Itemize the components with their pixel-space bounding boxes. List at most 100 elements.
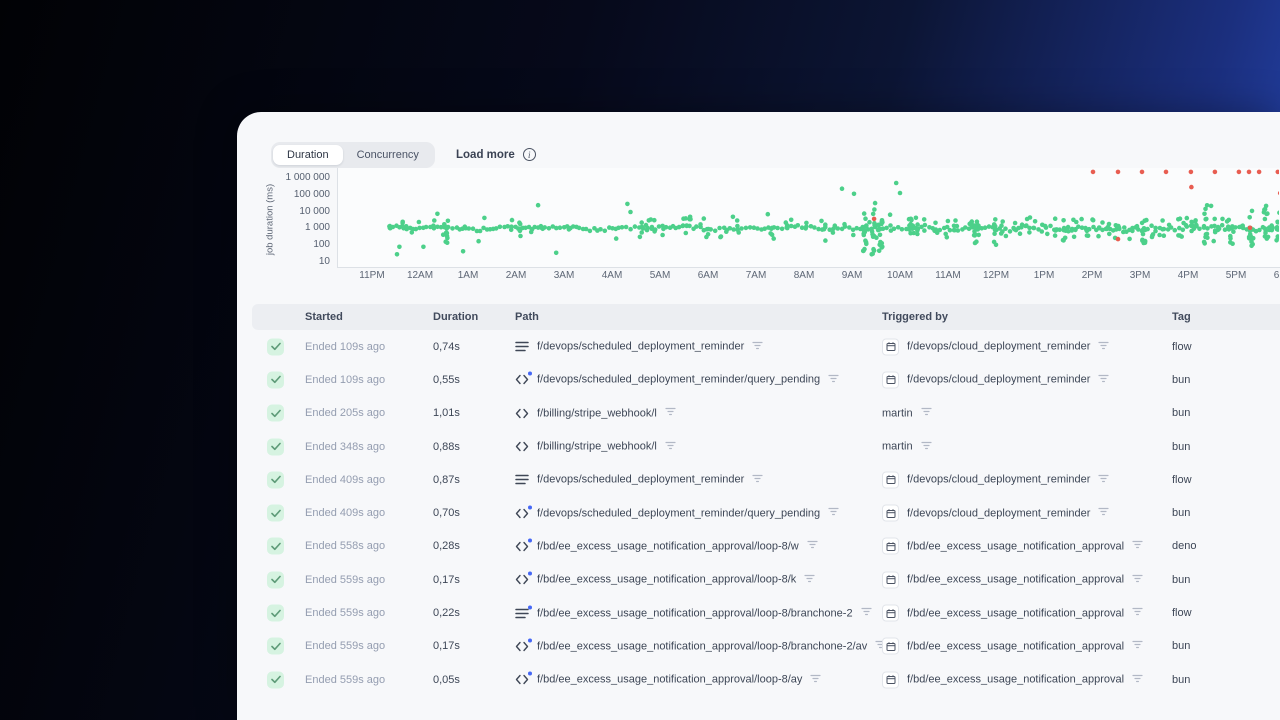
- info-icon[interactable]: i: [522, 148, 536, 161]
- triggered-by-text[interactable]: f/devops/cloud_deployment_reminder: [907, 474, 1090, 486]
- filter-icon[interactable]: [752, 473, 763, 486]
- filter-icon[interactable]: [810, 673, 822, 686]
- duration-cell: 0,87s: [433, 473, 460, 486]
- filter-icon[interactable]: [1098, 340, 1110, 353]
- x-tick-label: 6AM: [697, 270, 719, 281]
- filter-icon[interactable]: [1132, 540, 1143, 553]
- flow-icon: [515, 605, 532, 619]
- status-cell: [267, 471, 284, 489]
- path-text[interactable]: f/billing/stripe_webhook/l: [537, 407, 657, 419]
- table-row[interactable]: Ended 109s ago 0,74s f/devops/scheduled_…: [252, 330, 1280, 363]
- duration-cell: 0,55s: [433, 373, 460, 386]
- filter-icon[interactable]: [665, 407, 676, 420]
- status-cell: [267, 537, 284, 555]
- filter-icon[interactable]: [752, 340, 763, 353]
- path-text[interactable]: f/devops/scheduled_deployment_reminder: [537, 474, 744, 486]
- triggered-by-cell: f/devops/cloud_deployment_reminder: [882, 371, 1110, 389]
- column-header-started: Started: [305, 311, 343, 323]
- triggered-by-cell: martin: [882, 440, 932, 453]
- path-cell: f/bd/ee_excess_usage_notification_approv…: [515, 571, 815, 586]
- x-tick-label: 1PM: [1033, 270, 1055, 281]
- filter-icon[interactable]: [665, 440, 676, 453]
- triggered-by-text[interactable]: f/bd/ee_excess_usage_notification_approv…: [907, 540, 1124, 552]
- filter-icon[interactable]: [1132, 573, 1143, 586]
- triggered-by-text[interactable]: f/devops/cloud_deployment_reminder: [907, 507, 1090, 519]
- schedule-calendar-icon: [882, 637, 899, 655]
- y-tick-label: 100 000: [293, 188, 330, 200]
- y-tick-label: 1 000: [304, 222, 330, 234]
- filter-icon[interactable]: [1132, 607, 1143, 620]
- status-cell: [267, 371, 284, 389]
- success-check-icon: [267, 637, 284, 655]
- path-text[interactable]: f/bd/ee_excess_usage_notification_approv…: [537, 574, 796, 586]
- path-text[interactable]: f/bd/ee_excess_usage_notification_approv…: [537, 540, 799, 552]
- path-text[interactable]: f/bd/ee_excess_usage_notification_approv…: [537, 640, 867, 652]
- load-more-button[interactable]: Load more i: [456, 148, 536, 161]
- tab-concurrency[interactable]: Concurrency: [343, 145, 433, 165]
- table-row[interactable]: Ended 558s ago 0,28s f/bd/ee_excess_usag…: [252, 530, 1280, 563]
- filter-icon[interactable]: [828, 373, 839, 386]
- duration-cell: 0,70s: [433, 507, 460, 520]
- y-tick-label: 100: [313, 239, 330, 251]
- triggered-by-text[interactable]: f/bd/ee_excess_usage_notification_approv…: [907, 640, 1124, 652]
- filter-icon[interactable]: [1098, 507, 1110, 520]
- table-header: Started Duration Path Triggered by Tag: [252, 304, 1280, 330]
- code-icon: [515, 407, 529, 419]
- path-text[interactable]: f/bd/ee_excess_usage_notification_approv…: [537, 674, 802, 686]
- tab-duration[interactable]: Duration: [273, 145, 343, 165]
- success-check-icon: [267, 504, 284, 522]
- y-tick-label: 10: [318, 256, 330, 267]
- table-row[interactable]: Ended 559s ago 0,05s f/bd/ee_excess_usag…: [252, 663, 1280, 696]
- filter-icon[interactable]: [1098, 473, 1110, 486]
- triggered-by-text[interactable]: f/devops/cloud_deployment_reminder: [907, 374, 1090, 386]
- flow-icon: [515, 341, 529, 353]
- runs-table: Started Duration Path Triggered by Tag Ended…: [252, 304, 1280, 696]
- column-header-path: Path: [515, 311, 539, 323]
- filter-icon[interactable]: [920, 407, 932, 420]
- triggered-by-cell: f/bd/ee_excess_usage_notification_approv…: [882, 637, 1143, 655]
- table-row[interactable]: Ended 409s ago 0,87s f/devops/scheduled_…: [252, 463, 1280, 496]
- status-cell: [267, 504, 284, 522]
- schedule-calendar-icon: [882, 504, 899, 522]
- table-row[interactable]: Ended 409s ago 0,70s f/devops/scheduled_…: [252, 496, 1280, 529]
- status-cell: [267, 338, 284, 356]
- schedule-calendar-icon: [882, 571, 899, 589]
- tag-cell: bun: [1172, 373, 1191, 386]
- path-text[interactable]: f/devops/scheduled_deployment_reminder/q…: [537, 374, 820, 386]
- table-row[interactable]: Ended 559s ago 0,17s f/bd/ee_excess_usag…: [252, 630, 1280, 663]
- schedule-calendar-icon: [882, 671, 899, 689]
- table-row[interactable]: Ended 109s ago 0,55s f/devops/scheduled_…: [252, 363, 1280, 396]
- triggered-by-text[interactable]: martin: [882, 407, 913, 419]
- triggered-by-text[interactable]: f/bd/ee_excess_usage_notification_approv…: [907, 674, 1124, 686]
- filter-icon[interactable]: [1098, 373, 1110, 386]
- filter-icon[interactable]: [860, 607, 872, 620]
- status-cell: [267, 604, 284, 622]
- x-tick-label: 3AM: [553, 270, 575, 281]
- table-row[interactable]: Ended 559s ago 0,22s f/bd/ee_excess_usag…: [252, 596, 1280, 629]
- path-text[interactable]: f/devops/scheduled_deployment_reminder: [537, 341, 744, 353]
- filter-icon[interactable]: [828, 507, 839, 520]
- table-row[interactable]: Ended 348s ago 0,88s f/billing/stripe_we…: [252, 430, 1280, 463]
- code-icon: [515, 441, 529, 453]
- runs-panel: Duration Concurrency Load more i job dura…: [237, 112, 1280, 720]
- filter-icon[interactable]: [1132, 640, 1143, 653]
- tag-cell: flow: [1172, 340, 1192, 353]
- filter-icon[interactable]: [804, 573, 815, 586]
- table-row[interactable]: Ended 559s ago 0,17s f/bd/ee_excess_usag…: [252, 563, 1280, 596]
- filter-icon[interactable]: [1132, 673, 1143, 686]
- filter-icon[interactable]: [807, 540, 818, 553]
- path-text[interactable]: f/bd/ee_excess_usage_notification_approv…: [537, 607, 853, 619]
- triggered-by-text[interactable]: f/devops/cloud_deployment_reminder: [907, 341, 1090, 353]
- started-cell: Ended 559s ago: [305, 673, 386, 686]
- y-tick-label: 1 000 000: [285, 172, 331, 183]
- triggered-by-cell: f/bd/ee_excess_usage_notification_approv…: [882, 604, 1143, 622]
- filter-icon[interactable]: [920, 440, 932, 453]
- triggered-by-text[interactable]: f/bd/ee_excess_usage_notification_approv…: [907, 574, 1124, 586]
- path-text[interactable]: f/billing/stripe_webhook/l: [537, 441, 657, 453]
- tag-cell: bun: [1172, 573, 1191, 586]
- path-text[interactable]: f/devops/scheduled_deployment_reminder/q…: [537, 507, 820, 519]
- triggered-by-text[interactable]: f/bd/ee_excess_usage_notification_approv…: [907, 607, 1124, 619]
- triggered-by-text[interactable]: martin: [882, 441, 913, 453]
- success-check-icon: [267, 438, 284, 456]
- table-row[interactable]: Ended 205s ago 1,01s f/billing/stripe_we…: [252, 397, 1280, 430]
